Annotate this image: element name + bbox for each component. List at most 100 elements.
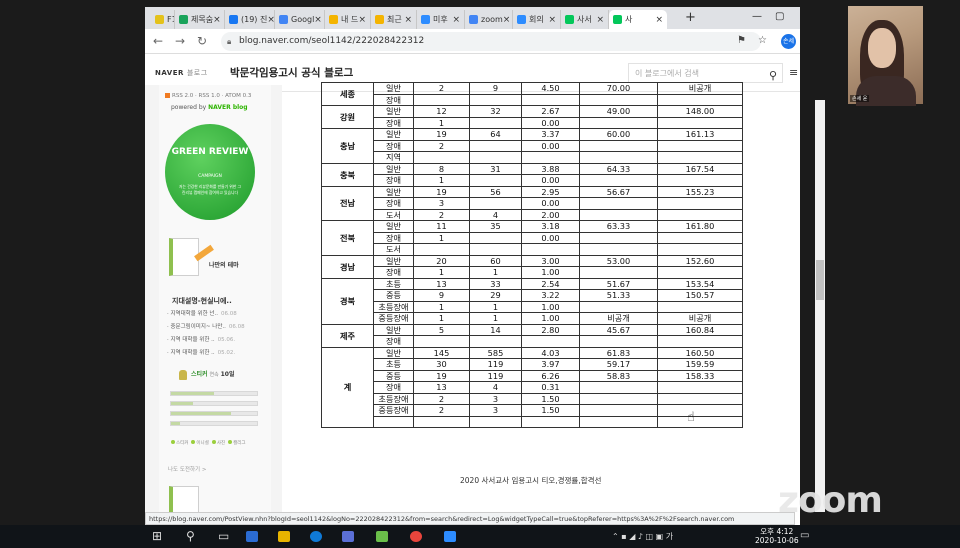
tab-close-icon[interactable]: ×	[452, 15, 460, 25]
my-theme-widget[interactable]: 나만의 테마	[169, 238, 249, 288]
notification-icon[interactable]: ▭	[800, 530, 809, 541]
table-cell: 일반	[373, 162, 414, 175]
browser-tab[interactable]: F1×	[151, 10, 175, 29]
more-icon[interactable]: ≡	[789, 66, 798, 79]
table-row: 중등 9 29 3.22 51.33 150.57	[322, 289, 743, 302]
new-tab-button[interactable]: +	[685, 10, 696, 25]
tab-close-icon[interactable]: ×	[548, 15, 556, 25]
page-scrollbar[interactable]	[815, 100, 825, 512]
table-cell: 51.33	[579, 289, 658, 302]
table-cell: 중등	[373, 289, 414, 302]
search-icon[interactable]: ⚲	[186, 529, 195, 543]
app-icon[interactable]	[376, 531, 388, 542]
clock[interactable]: 오후 4:12 2020-10-06	[755, 527, 799, 545]
tab-close-icon[interactable]: ×	[655, 15, 663, 25]
table-cell: 일반	[373, 346, 414, 359]
region-cell: 세종	[321, 82, 374, 106]
zoom-icon[interactable]	[444, 531, 456, 542]
legend-dot-icon	[211, 440, 216, 444]
browser-tab[interactable]: 내 드 ×	[325, 10, 371, 29]
tab-close-icon[interactable]: ×	[213, 15, 221, 25]
edge-icon[interactable]	[246, 531, 258, 542]
restore-icon[interactable]: ▢	[775, 11, 784, 22]
tab-close-icon[interactable]: ×	[358, 15, 366, 25]
table-cell	[469, 335, 522, 348]
sticker-widget[interactable]: 스티커 연속 10일	[179, 369, 234, 380]
browser-tab[interactable]: 사서 ×	[561, 10, 609, 29]
table-cell: 32	[469, 105, 522, 118]
chrome-icon[interactable]	[410, 531, 422, 542]
table-cell: 3.88	[521, 162, 580, 175]
table-cell: 119	[469, 358, 522, 371]
url-input[interactable]: 🔒︎ blog.naver.com/seol1142/222028422312	[221, 32, 761, 51]
windows-start-icon[interactable]: ⊞	[152, 529, 162, 543]
mail-icon[interactable]	[342, 531, 354, 542]
tab-close-icon[interactable]: ×	[503, 15, 511, 25]
reload-icon[interactable]: ↻	[197, 34, 207, 48]
recent-post-item[interactable]: · 지역 대학을 위한 .. 05.06.	[167, 335, 235, 343]
tab-favicon-icon	[375, 15, 384, 24]
status-bar-url: https://blog.naver.com/PostView.nhn?blog…	[145, 512, 795, 525]
rss-links[interactable]: RSS 2.0 · RSS 1.0 · ATOM 0.3	[165, 93, 251, 99]
browser-tab[interactable]: zoom ×	[465, 10, 513, 29]
recent-post-item[interactable]: · 지역 대학을 위한 .. 05.02.	[167, 348, 235, 356]
recent-post-item[interactable]: · 중문그림이미지~ 나만.. 06.08	[167, 322, 245, 330]
translate-icon[interactable]: ⚑	[737, 35, 746, 46]
browser-tab[interactable]: Googl ×	[275, 10, 325, 29]
table-cell: 60	[469, 254, 522, 267]
region-cell: 경북	[321, 277, 374, 325]
blog-title[interactable]: 박문각임용고시 공식 블로그	[230, 65, 353, 80]
recent-post-item[interactable]: · 지역대학을 위한 넌.. 06.08	[167, 309, 237, 317]
browser-tab[interactable]: 제목숨 ×	[175, 10, 225, 29]
browser-tab[interactable]: 회의 ×	[513, 10, 561, 29]
edge-browser-icon[interactable]	[310, 531, 322, 542]
participant-video[interactable]: 손세 윤	[848, 6, 923, 106]
browser-tab[interactable]: 미후 ×	[417, 10, 465, 29]
tab-close-icon[interactable]: ×	[596, 15, 604, 25]
table-cell	[579, 415, 658, 428]
table-cell: 일반	[373, 323, 414, 336]
minimize-icon[interactable]: —	[752, 11, 762, 22]
tab-close-icon[interactable]: ×	[404, 15, 412, 25]
search-placeholder: 이 블로그에서 검색	[635, 69, 699, 78]
browser-tab[interactable]: (19) 진 ×	[225, 10, 275, 29]
tab-close-icon[interactable]: ×	[314, 15, 322, 25]
back-icon[interactable]: ←	[153, 34, 163, 48]
forward-icon[interactable]: →	[175, 34, 185, 48]
table-row: 강원 일반 12 32 2.67 49.00 148.00	[321, 105, 743, 129]
recent-posts-title[interactable]: 지대설명-현실니에..	[172, 296, 232, 306]
search-icon[interactable]: ⚲	[769, 66, 777, 85]
table-cell: 70.00	[579, 82, 658, 95]
browser-tab[interactable]: 최근 ×	[371, 10, 417, 29]
table-cell: 158.33	[657, 369, 743, 382]
table-cell: 초등	[373, 277, 414, 290]
table-row: 경북 초등 13 33 2.54 51.67 153.54	[321, 277, 743, 325]
table-row: 계 일반 145 585 4.03 61.83 160.50	[321, 346, 743, 428]
task-view-icon[interactable]: ▭	[218, 529, 229, 543]
blog-search-input[interactable]: 이 블로그에서 검색 ⚲	[628, 63, 783, 83]
region-cell: 계	[321, 346, 374, 428]
system-tray-icons[interactable]: ⌃ ▪ ◢ ♪ ◫ ▣ 가	[612, 531, 673, 542]
table-cell: 장애	[373, 335, 414, 348]
green-review-badge[interactable]: GREEN REVIEW CAMPAIGN 저는 건강한 리뷰문화를 만들기 위…	[165, 124, 255, 220]
table-cell: 585	[469, 346, 522, 359]
table-cell: 1.00	[521, 312, 580, 325]
challenge-link[interactable]: 나도 도전하기 >	[168, 465, 206, 473]
tab-close-icon[interactable]: ×	[267, 15, 274, 25]
table-cell: 51.67	[579, 277, 658, 290]
table-cell: 장애	[373, 381, 414, 394]
scroll-thumb[interactable]	[816, 260, 824, 300]
tab-favicon-icon	[613, 15, 622, 24]
browser-tab[interactable]: 사 ×	[609, 10, 667, 29]
table-cell: 35	[469, 220, 522, 233]
table-row: 충남 일반 19 64 3.37 60.00 161.13	[321, 128, 743, 164]
tab-label: zoom	[481, 15, 503, 24]
table-cell	[521, 243, 580, 256]
naver-logo[interactable]: NAVER 블로그	[155, 68, 208, 78]
profile-avatar[interactable]: 손세	[781, 34, 796, 49]
bookmark-star-icon[interactable]: ☆	[758, 35, 767, 46]
file-explorer-icon[interactable]	[278, 531, 290, 542]
table-cell	[657, 404, 743, 417]
table-cell: 12	[413, 105, 470, 118]
tab-label: 최근	[387, 15, 402, 24]
